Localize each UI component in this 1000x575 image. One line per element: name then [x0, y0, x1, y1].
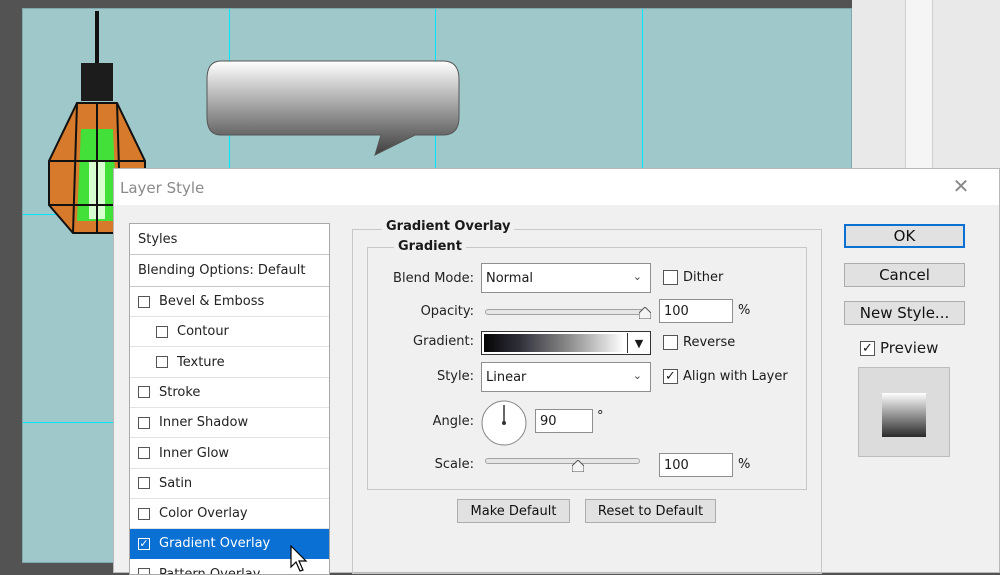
style-item-label: Stroke — [159, 384, 201, 400]
style-item-checkbox[interactable] — [156, 356, 168, 369]
opacity-input[interactable]: 100 — [659, 299, 733, 323]
dither-label: Dither — [683, 270, 724, 285]
layer-style-dialog: Layer Style ✕ Styles Blending Options: D… — [113, 168, 1000, 575]
blending-options-label: Blending Options: Default — [138, 263, 306, 278]
chevron-down-icon: ⌄ — [632, 369, 642, 382]
style-item-checkbox[interactable] — [138, 295, 150, 308]
style-item-checkbox[interactable] — [138, 447, 150, 459]
style-item-stroke[interactable]: Stroke — [130, 378, 329, 408]
section-title: Gradient Overlay — [382, 219, 515, 234]
scale-value: 100 — [664, 457, 689, 473]
dither-checkbox[interactable]: Dither — [663, 270, 723, 285]
new-style-label: New Style... — [859, 304, 950, 322]
style-label: Style: — [436, 369, 474, 384]
opacity-slider-thumb[interactable] — [639, 307, 651, 319]
close-icon[interactable]: ✕ — [948, 173, 974, 199]
style-value: Linear — [486, 369, 527, 385]
reverse-check-box[interactable] — [663, 335, 678, 350]
ok-label: OK — [893, 227, 916, 245]
styles-header-label: Styles — [138, 231, 178, 247]
style-item-satin[interactable]: Satin — [130, 469, 329, 499]
style-select[interactable]: Linear ⌄ — [481, 362, 651, 392]
style-item-inner-glow[interactable]: Inner Glow — [130, 439, 329, 469]
style-item-label: Inner Shadow — [159, 415, 249, 431]
blend-mode-value: Normal — [486, 270, 534, 286]
preview-check-box[interactable]: ✓ — [860, 340, 875, 356]
speech-bubble-shape — [206, 60, 460, 156]
style-item-checkbox[interactable] — [138, 386, 150, 399]
style-item-label: Color Overlay — [159, 506, 248, 522]
style-item-label: Texture — [177, 354, 225, 370]
make-default-button[interactable]: Make Default — [457, 499, 570, 523]
scale-label: Scale: — [434, 457, 474, 472]
chevron-down-icon: ⌄ — [632, 270, 642, 283]
style-item-checkbox[interactable] — [138, 568, 150, 574]
blend-mode-select[interactable]: Normal ⌄ — [481, 263, 651, 293]
opacity-unit: % — [738, 303, 751, 318]
style-item-label: Inner Glow — [159, 445, 230, 461]
reverse-checkbox[interactable]: Reverse — [663, 335, 735, 350]
style-item-checkbox[interactable] — [138, 477, 150, 490]
style-item-checkbox[interactable]: ✓ — [138, 537, 150, 550]
opacity-slider[interactable] — [485, 309, 645, 315]
opacity-value: 100 — [664, 303, 689, 319]
style-item-label: Gradient Overlay — [159, 536, 271, 552]
angle-input[interactable]: 90 — [535, 409, 593, 433]
preview-swatch — [882, 393, 926, 437]
style-item-texture[interactable]: Texture — [130, 348, 329, 378]
scale-unit: % — [738, 457, 751, 472]
style-item-label: Pattern Overlay — [159, 566, 261, 575]
preview-label: Preview — [880, 339, 939, 357]
gradient-dropdown-icon[interactable]: ▼ — [627, 333, 650, 353]
blend-mode-label: Blend Mode: — [393, 271, 474, 286]
preview-checkbox[interactable]: ✓ Preview — [860, 339, 938, 357]
scale-slider[interactable] — [485, 458, 640, 464]
style-item-label: Satin — [159, 475, 193, 491]
new-style-button[interactable]: New Style... — [844, 301, 965, 325]
dialog-titlebar[interactable]: Layer Style ✕ — [114, 169, 999, 205]
gradient-swatch[interactable] — [484, 334, 624, 352]
panel-scrollbar[interactable] — [905, 0, 933, 170]
align-check-box[interactable]: ✓ — [663, 369, 678, 384]
angle-unit: ° — [597, 409, 604, 424]
cancel-button[interactable]: Cancel — [844, 263, 965, 287]
group-title: Gradient — [394, 239, 466, 254]
ok-button[interactable]: OK — [844, 224, 965, 248]
reset-default-label: Reset to Default — [597, 503, 704, 519]
angle-label: Angle: — [432, 414, 474, 429]
gradient-picker[interactable]: ▼ — [481, 331, 651, 355]
reset-to-default-button[interactable]: Reset to Default — [585, 499, 716, 523]
style-item-checkbox[interactable] — [138, 416, 150, 429]
style-item-inner-shadow[interactable]: Inner Shadow — [130, 408, 329, 439]
scale-input[interactable]: 100 — [659, 453, 733, 477]
styles-list: Styles Blending Options: Default Bevel &… — [129, 223, 330, 575]
preview-thumbnail — [858, 367, 950, 457]
style-item-checkbox[interactable] — [156, 325, 168, 338]
gradient-label: Gradient: — [413, 334, 474, 349]
align-with-layer-checkbox[interactable]: ✓ Align with Layer — [663, 369, 788, 384]
angle-value: 90 — [540, 413, 557, 429]
reverse-label: Reverse — [683, 335, 736, 350]
opacity-label: Opacity: — [420, 304, 474, 319]
style-item-label: Contour — [177, 324, 229, 340]
style-item-color-overlay[interactable]: Color Overlay — [130, 499, 329, 530]
blending-options-item[interactable]: Blending Options: Default — [130, 255, 329, 287]
dither-check-box[interactable] — [663, 270, 678, 285]
make-default-label: Make Default — [470, 503, 557, 519]
style-item-label: Bevel & Emboss — [159, 294, 265, 309]
style-item-bevel-emboss[interactable]: Bevel & Emboss — [130, 287, 329, 317]
styles-header[interactable]: Styles — [130, 224, 329, 255]
style-item-contour[interactable]: Contour — [130, 317, 329, 348]
mouse-cursor-icon — [290, 545, 308, 572]
align-with-layer-label: Align with Layer — [683, 369, 788, 384]
dialog-title: Layer Style — [120, 179, 205, 197]
angle-dial[interactable] — [480, 399, 528, 447]
scale-slider-thumb[interactable] — [572, 460, 584, 472]
cancel-label: Cancel — [879, 266, 930, 284]
style-item-checkbox[interactable] — [138, 507, 150, 520]
